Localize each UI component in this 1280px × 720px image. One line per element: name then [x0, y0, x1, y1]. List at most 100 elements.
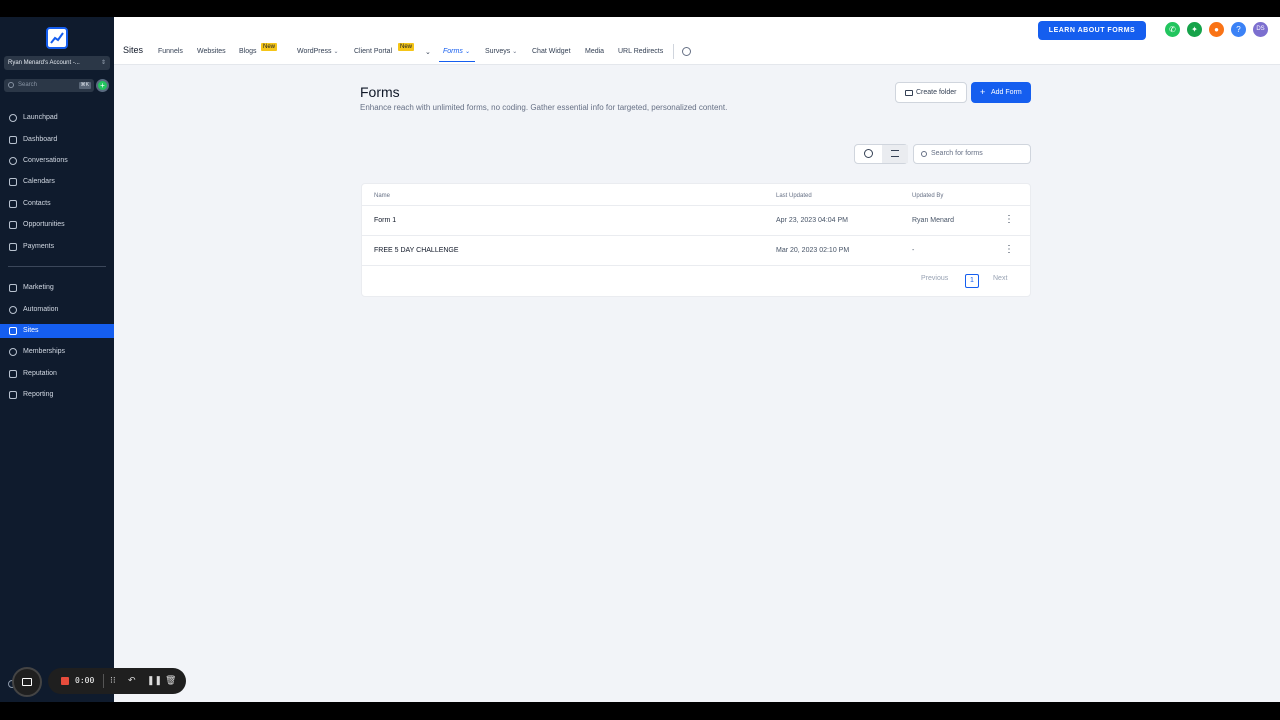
- column-header-updated-by[interactable]: Updated By: [912, 193, 943, 199]
- account-switcher[interactable]: Ryan Menard's Account -... ⇕: [4, 56, 110, 70]
- sidebar-item-label: Automation: [23, 306, 59, 313]
- chevron-down-icon[interactable]: ⌄: [425, 48, 431, 56]
- sidebar-item-contacts[interactable]: Contacts: [0, 197, 114, 211]
- tabs-separator: [673, 44, 674, 59]
- tab-media[interactable]: Media: [585, 48, 604, 55]
- phone-icon[interactable]: ✆: [1165, 22, 1180, 37]
- page-description: Enhance reach with unlimited forms, no c…: [360, 103, 728, 112]
- sidebar-search[interactable]: Search ⌘K: [4, 79, 94, 92]
- tab-surveys-label: Surveys: [485, 48, 511, 55]
- stop-record-button[interactable]: [61, 677, 69, 685]
- grid-icon[interactable]: ⁝⁝: [110, 675, 116, 685]
- filter-icon: [9, 221, 17, 229]
- sidebar-item-marketing[interactable]: Marketing: [0, 281, 114, 295]
- search-forms-placeholder: Search for forms: [931, 150, 983, 157]
- create-folder-button[interactable]: Create folder: [895, 82, 967, 103]
- search-icon: [921, 151, 927, 157]
- memberships-icon: [9, 348, 17, 356]
- chevron-down-icon: ⌄: [464, 49, 470, 55]
- form-last-updated: Apr 23, 2023 04:04 PM: [776, 217, 848, 224]
- tab-url-redirects[interactable]: URL Redirects: [618, 48, 663, 55]
- plus-icon: +: [980, 87, 986, 97]
- star-icon: [9, 370, 17, 378]
- sidebar-item-label: Launchpad: [23, 114, 58, 121]
- avatar[interactable]: DS: [1253, 22, 1268, 37]
- new-badge: New: [261, 43, 278, 51]
- folder-icon: [905, 90, 913, 96]
- sidebar-item-conversations[interactable]: Conversations: [0, 154, 114, 168]
- quick-add-button[interactable]: +: [96, 79, 109, 92]
- tab-wordpress[interactable]: WordPress ⌄: [297, 48, 339, 55]
- help-icon[interactable]: ?: [1231, 22, 1246, 37]
- column-header-name[interactable]: Name: [374, 193, 390, 199]
- form-name[interactable]: FREE 5 DAY CHALLENGE: [374, 247, 459, 254]
- sidebar-item-label: Contacts: [23, 200, 51, 207]
- trend-icon: [9, 391, 17, 399]
- table-footer-divider: [362, 265, 1030, 266]
- tab-forms-label: Forms: [443, 48, 463, 55]
- bell-icon[interactable]: ●: [1209, 22, 1224, 37]
- learn-about-forms-button[interactable]: LEARN ABOUT FORMS: [1038, 21, 1146, 40]
- recent-view-button[interactable]: [855, 145, 881, 163]
- tab-blogs[interactable]: Blogs: [239, 48, 257, 55]
- megaphone-icon[interactable]: ✦: [1187, 22, 1202, 37]
- sidebar-item-dashboard[interactable]: Dashboard: [0, 133, 114, 147]
- recorder-camera-button[interactable]: [12, 667, 42, 697]
- form-updated-by: -: [912, 247, 915, 254]
- sidebar-item-automation[interactable]: Automation: [0, 303, 114, 317]
- sidebar-item-calendars[interactable]: Calendars: [0, 175, 114, 189]
- automation-icon: [9, 306, 17, 314]
- tab-funnels[interactable]: Funnels: [158, 48, 183, 55]
- sidebar-item-memberships[interactable]: Memberships: [0, 345, 114, 359]
- sidebar-item-opportunities[interactable]: Opportunities: [0, 218, 114, 232]
- undo-icon[interactable]: ↶: [128, 675, 136, 685]
- rocket-icon: [9, 114, 17, 122]
- tab-chat-widget[interactable]: Chat Widget: [532, 48, 571, 55]
- search-forms-input[interactable]: Search for forms: [913, 144, 1031, 164]
- add-form-button[interactable]: + Add Form: [971, 82, 1031, 103]
- tab-surveys[interactable]: Surveys ⌄: [485, 48, 517, 55]
- sites-icon: [9, 327, 17, 335]
- list-view-button[interactable]: [882, 145, 908, 163]
- view-toggle: [854, 144, 908, 164]
- top-bar: Sites Funnels Websites Blogs New WordPre…: [114, 17, 1280, 65]
- page-section-title: Sites: [123, 45, 144, 55]
- gear-icon[interactable]: [682, 47, 691, 56]
- sidebar-item-label: Marketing: [23, 284, 54, 291]
- next-page-button[interactable]: Next: [993, 275, 1007, 282]
- column-header-last-updated[interactable]: Last Updated: [776, 193, 812, 199]
- contacts-icon: [9, 200, 17, 208]
- app-logo[interactable]: [46, 27, 68, 49]
- sidebar-item-label: Memberships: [23, 348, 66, 355]
- chat-icon: [9, 157, 17, 165]
- sidebar-item-label: Payments: [23, 243, 55, 250]
- tab-websites[interactable]: Websites: [197, 48, 226, 55]
- sidebar-item-payments[interactable]: Payments: [0, 240, 114, 254]
- trash-icon[interactable]: 🗑: [165, 675, 176, 685]
- table-row[interactable]: FREE 5 DAY CHALLENGE Mar 20, 2023 02:10 …: [362, 235, 1030, 265]
- form-name[interactable]: Form 1: [374, 217, 396, 224]
- page-title: Forms: [360, 84, 400, 100]
- sidebar-item-reporting[interactable]: Reporting: [0, 388, 114, 402]
- send-icon: [9, 284, 17, 292]
- chevron-down-icon: ⌄: [512, 49, 518, 55]
- page-number-button[interactable]: 1: [965, 274, 979, 288]
- tab-client-portal[interactable]: Client Portal: [354, 48, 392, 55]
- add-form-label: Add Form: [991, 89, 1022, 96]
- pause-icon[interactable]: ❚❚: [147, 675, 162, 685]
- previous-page-button[interactable]: Previous: [921, 275, 948, 282]
- video-camera-icon: [22, 678, 32, 686]
- search-icon: [8, 82, 14, 88]
- tab-forms[interactable]: Forms ⌄: [443, 48, 470, 55]
- sidebar-item-launchpad[interactable]: Launchpad: [0, 111, 114, 125]
- table-row[interactable]: Form 1 Apr 23, 2023 04:04 PM Ryan Menard…: [362, 205, 1030, 235]
- sidebar-item-label: Opportunities: [23, 221, 65, 228]
- chevron-updown-icon: ⇕: [100, 60, 106, 66]
- more-options-icon[interactable]: ⋮: [1004, 245, 1014, 255]
- new-badge: New: [398, 43, 415, 51]
- more-options-icon[interactable]: ⋮: [1004, 215, 1014, 225]
- tab-wordpress-label: WordPress: [297, 48, 332, 55]
- sidebar-item-sites[interactable]: Sites: [0, 324, 114, 338]
- sidebar-item-label: Reputation: [23, 370, 57, 377]
- sidebar-item-reputation[interactable]: Reputation: [0, 367, 114, 381]
